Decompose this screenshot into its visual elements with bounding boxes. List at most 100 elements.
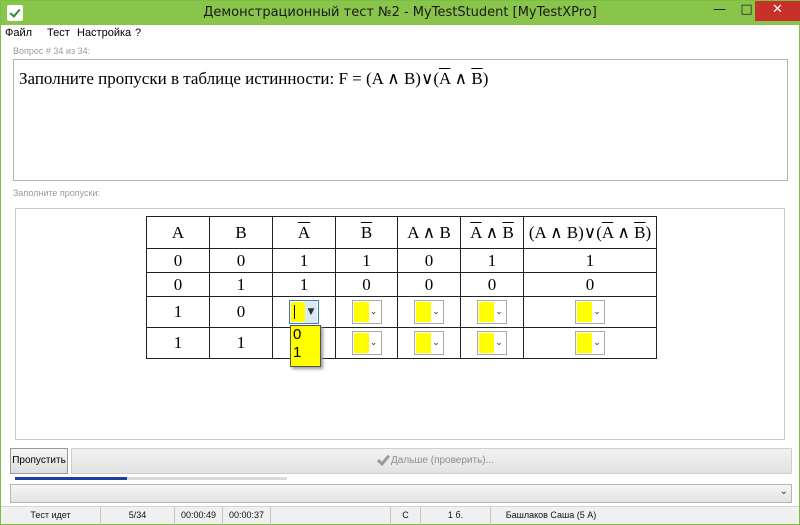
- table-cell: 0: [209, 248, 273, 273]
- dropdown-fill: [416, 333, 431, 353]
- header-not-a-and-not-b: A ∧ B: [460, 216, 524, 249]
- table-cell: ⌄: [460, 327, 524, 359]
- table-cell: 1: [209, 327, 273, 359]
- status-blank: [271, 507, 391, 525]
- menu-test[interactable]: Тест: [47, 27, 70, 39]
- table-cell: 1: [272, 272, 336, 297]
- table-header-row: A B A B A ∧ B A ∧ B (A ∧ B)∨(A ∧ B): [146, 216, 657, 249]
- table-cell: ⌄: [523, 327, 657, 359]
- status-remaining: 00:00:37: [223, 507, 271, 525]
- header-not-a-text: A: [297, 222, 311, 242]
- answer-dropdown-not-b-row4[interactable]: ⌄: [351, 331, 382, 355]
- table-row: 1 0 ▼ ⌄ ⌄ ⌄ ⌄: [146, 296, 657, 328]
- table-row: 1 1 ⌄ ⌄ ⌄ ⌄: [146, 327, 657, 359]
- table-cell: ⌄: [460, 296, 524, 328]
- dropdown-fill: [416, 302, 431, 322]
- header-b: B: [209, 216, 273, 249]
- answer-dropdown-nand-row4[interactable]: ⌄: [477, 331, 507, 355]
- answer-dropdown-f-row4[interactable]: ⌄: [575, 331, 605, 355]
- chevron-down-icon[interactable]: ▼: [305, 301, 317, 323]
- title-bar[interactable]: Демонстрационный тест №2 - MyTestStudent…: [1, 1, 800, 25]
- table-cell: ▼: [272, 296, 336, 328]
- header-nand-right: B: [502, 222, 514, 242]
- progress-fill: [15, 477, 127, 480]
- answer-dropdown-not-b-row3[interactable]: ⌄: [351, 300, 382, 324]
- table-cell: ⌄: [397, 296, 461, 328]
- chevron-down-icon[interactable]: ⌄: [591, 332, 603, 354]
- chevron-down-icon[interactable]: ⌄: [780, 486, 788, 497]
- progress-bar: [15, 477, 287, 480]
- skip-button[interactable]: Пропустить: [10, 448, 68, 474]
- dropdown-option-0[interactable]: 0: [293, 326, 320, 344]
- answer-dropdown-not-a-row3[interactable]: ▼: [289, 300, 319, 324]
- chevron-down-icon[interactable]: ⌄: [430, 301, 442, 323]
- header-not-b-text: B: [360, 222, 373, 242]
- header-nand-left: A: [470, 222, 482, 242]
- chevron-down-icon[interactable]: ⌄: [368, 332, 380, 354]
- table-cell: ⌄: [397, 327, 461, 359]
- header-nand-op: ∧: [481, 222, 503, 242]
- table-row: 0 1 1 0 0 0 0: [146, 272, 657, 297]
- status-score: 1 б.: [421, 507, 491, 525]
- answer-dropdown-a-and-b-row3[interactable]: ⌄: [414, 300, 444, 324]
- app-window: Демонстрационный тест №2 - MyTestStudent…: [0, 0, 800, 525]
- close-button[interactable]: ✕: [755, 1, 800, 21]
- answer-combo[interactable]: ⌄: [10, 484, 792, 503]
- menu-settings[interactable]: Настройка: [77, 27, 131, 39]
- status-user: Башлаков Саша (5 А): [505, 510, 597, 520]
- table-cell: 1: [272, 248, 336, 273]
- header-f-suffix: ): [645, 222, 652, 242]
- header-f-op: ∧: [613, 222, 635, 242]
- answer-dropdown-f-row3[interactable]: ⌄: [575, 300, 605, 324]
- table-cell: 0: [146, 248, 210, 273]
- status-mode: C: [391, 507, 421, 525]
- dropdown-fill: [479, 302, 494, 322]
- status-elapsed: 00:00:49: [175, 507, 223, 525]
- dropdown-option-1[interactable]: 1: [293, 344, 320, 362]
- table-cell: 0: [397, 272, 461, 297]
- menu-help[interactable]: ?: [135, 27, 141, 39]
- table-cell: 1: [335, 248, 398, 273]
- question-panel: Заполните пропуски в таблице истинности:…: [13, 59, 788, 181]
- question-counter: Вопрос # 34 из 34:: [13, 46, 91, 56]
- table-cell: 0: [335, 272, 398, 297]
- window-title: Демонстрационный тест №2 - MyTestStudent…: [203, 5, 597, 20]
- table-cell: 0: [523, 272, 657, 297]
- check-icon: [377, 455, 389, 465]
- header-not-b: B: [335, 216, 398, 249]
- table-cell: ⌄: [335, 327, 398, 359]
- chevron-down-icon[interactable]: ⌄: [368, 301, 380, 323]
- header-f-left: A: [601, 222, 614, 242]
- status-bar: Тест идет 5/34 00:00:49 00:00:37 C 1 б. …: [1, 506, 799, 525]
- chevron-down-icon[interactable]: ⌄: [591, 301, 603, 323]
- dropdown-fill: [353, 302, 369, 322]
- chevron-down-icon[interactable]: ⌄: [493, 332, 505, 354]
- header-a: A: [146, 216, 210, 249]
- header-not-a: A: [272, 216, 336, 249]
- answer-dropdown-a-and-b-row4[interactable]: ⌄: [414, 331, 444, 355]
- question-text: Заполните пропуски в таблице истинности:…: [19, 69, 488, 89]
- header-a-and-b: A ∧ B: [397, 216, 461, 249]
- dropdown-fill: [479, 333, 494, 353]
- table-cell: 0: [209, 296, 273, 328]
- dropdown-options-list: 0 1: [290, 325, 321, 367]
- question-not-b: B: [471, 69, 483, 88]
- table-cell: 1: [146, 296, 210, 328]
- dropdown-fill: [577, 302, 592, 322]
- truth-table: A B A B A ∧ B A ∧ B (A ∧ B)∨(A ∧ B) 0 0 …: [146, 216, 657, 359]
- chevron-down-icon[interactable]: ⌄: [493, 301, 505, 323]
- dropdown-fill: [577, 333, 592, 353]
- fill-in-label: Заполните пропуски:: [13, 188, 101, 198]
- header-f-prefix: (A ∧ B)∨(: [528, 222, 602, 242]
- question-text-prefix: Заполните пропуски в таблице истинности:…: [19, 69, 440, 88]
- answer-dropdown-nand-row3[interactable]: ⌄: [477, 300, 507, 324]
- minimize-button[interactable]: —: [706, 1, 733, 21]
- text-caret: [294, 305, 295, 319]
- table-row: 0 0 1 1 0 1 1: [146, 248, 657, 273]
- chevron-down-icon[interactable]: ⌄: [430, 332, 442, 354]
- next-button-label: Дальше (проверить)...: [391, 455, 494, 466]
- question-not-a: A: [439, 69, 451, 88]
- menu-file[interactable]: Файл: [5, 27, 32, 39]
- question-text-suffix: ): [482, 69, 489, 88]
- menu-bar: Файл Тест Настройка ?: [1, 25, 799, 43]
